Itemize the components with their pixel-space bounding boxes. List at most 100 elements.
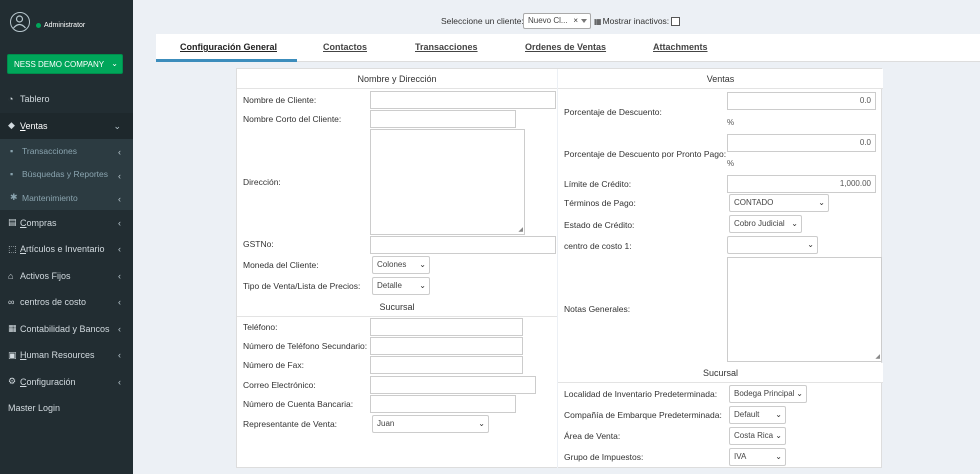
embarque-select[interactable]: Default ⌄ [729, 406, 786, 424]
terminos-pago-label: Términos de Pago: [564, 198, 636, 208]
sidebar-item-articulos[interactable]: ⬚ Artículos e Inventario ‹ [0, 236, 133, 263]
limite-credito-input[interactable]: 1,000.00 [727, 175, 876, 193]
nombre-corto-label: Nombre Corto del Cliente: [243, 114, 342, 124]
representante-label: Representante de Venta: [243, 419, 338, 429]
descuento-input[interactable]: 0.0 [727, 92, 876, 110]
terminos-pago-select-value: CONTADO [734, 198, 774, 207]
tab-ordenes-de-ventas[interactable]: Ordenes de Ventas [525, 42, 606, 52]
telefono2-input[interactable] [370, 337, 523, 355]
notas-generales-textarea[interactable]: ◢ [727, 257, 882, 362]
moneda-select-value: Colones [377, 260, 407, 269]
impuestos-select[interactable]: IVA ⌄ [729, 448, 786, 466]
cuenta-bancaria-input[interactable] [370, 395, 516, 413]
resize-grip-icon[interactable]: ◢ [518, 226, 523, 233]
chevron-left-icon: ‹ [118, 297, 121, 307]
tab-transacciones[interactable]: Transacciones [415, 42, 478, 52]
impuestos-select-value: IVA [734, 452, 747, 461]
direccion-label: Dirección: [243, 177, 281, 187]
limite-credito-label: Límite de Crédito: [564, 179, 632, 189]
gstno-input[interactable] [370, 236, 556, 254]
localidad-label: Localidad de Inventario Predeterminada: [564, 389, 718, 399]
pronto-pago-input[interactable]: 0.0 [727, 134, 876, 152]
sidebar-item-label: Artículos e Inventario [20, 244, 105, 255]
book-icon: ▦ [8, 323, 17, 334]
nombre-cliente-input[interactable] [370, 91, 556, 109]
sidebar-item-master-login[interactable]: Master Login [0, 395, 133, 422]
chevron-down-icon: ⌄ [775, 452, 782, 461]
area-venta-select[interactable]: Costa Rica ⌄ [729, 427, 786, 445]
descuento-percent: % [727, 118, 735, 127]
moneda-select[interactable]: Colones ⌄ [372, 256, 430, 274]
estado-credito-label: Estado de Crédito: [564, 220, 635, 230]
sidebar-item-label: Mantenimiento [22, 192, 78, 203]
estado-credito-select-value: Cobro Judicial [734, 219, 785, 228]
embarque-label: Compañía de Embarque Predeterminada: [564, 410, 722, 420]
chevron-down-icon: ⌄ [775, 410, 782, 419]
sidebar-item-compras[interactable]: ▤ Compras ‹ [0, 210, 133, 237]
clear-icon[interactable]: × [573, 16, 578, 25]
calculator-icon: ▦ [594, 16, 602, 26]
sidebar-item-transacciones[interactable]: ▪ Transacciones ‹ [0, 139, 133, 163]
chevron-down-icon: ⌄ [419, 260, 426, 269]
sidebar-item-contabilidad[interactable]: ▦ Contabilidad y Bancos ‹ [0, 316, 133, 343]
sidebar-item-label: Transacciones [22, 145, 77, 156]
section-header-ventas: Ventas [558, 69, 883, 89]
sidebar-item-human-resources[interactable]: ▣ Human Resources ‹ [0, 342, 133, 369]
sidebar-item-label: Configuración [20, 376, 76, 387]
user-role: Administrator [36, 22, 85, 29]
sidebar: Administrator NESS DEMO COMPANY ⌄ ◔ Tabl… [0, 0, 133, 474]
sidebar-item-activos[interactable]: ⌂ Activos Fijos ‹ [0, 263, 133, 290]
resize-grip-icon[interactable]: ◢ [875, 353, 880, 360]
sidebar-item-centros[interactable]: ∞ centros de costo ‹ [0, 289, 133, 316]
show-inactive: ▦ Mostrar inactivos: [594, 16, 681, 26]
localidad-select[interactable]: Bodega Principal ⌄ [729, 385, 807, 403]
sidebar-item-label: Compras [20, 217, 57, 228]
embarque-select-value: Default [734, 410, 760, 419]
binoculars-icon: ∞ [8, 297, 15, 308]
sidebar-item-tablero[interactable]: ◔ Tablero [0, 86, 133, 113]
chevron-left-icon: ‹ [118, 194, 121, 204]
fax-input[interactable] [370, 356, 523, 374]
nombre-cliente-label: Nombre de Cliente: [243, 95, 317, 105]
chevron-left-icon: ‹ [118, 147, 121, 157]
sidebar-item-mantenimiento[interactable]: ✱ Mantenimiento ‹ [0, 186, 133, 210]
centro-costo-select[interactable]: ⌄ [727, 236, 818, 254]
client-select-value: Nuevo Cl... [528, 16, 568, 25]
company-selector-button[interactable]: NESS DEMO COMPANY ⌄ [7, 54, 123, 74]
sidebar-item-busquedas[interactable]: ▪ Búsquedas y Reportes ‹ [0, 163, 133, 187]
correo-input[interactable] [370, 376, 536, 394]
area-venta-label: Área de Venta: [564, 431, 621, 441]
gear-icon: ✱ [10, 192, 18, 203]
telefono2-label: Número de Teléfono Secundario: [243, 341, 368, 351]
descuento-label: Porcentaje de Descuento: [564, 107, 662, 117]
chevron-left-icon: ‹ [118, 244, 121, 254]
sidebar-item-label: Búsquedas y Reportes [22, 169, 108, 180]
telefono-input[interactable] [370, 318, 523, 336]
tab-attachments[interactable]: Attachments [653, 42, 708, 52]
section-header-sucursal-right: Sucursal [558, 363, 883, 383]
sidebar-item-configuracion[interactable]: ⚙ Configuración ‹ [0, 369, 133, 396]
nombre-corto-input[interactable] [370, 110, 516, 128]
chevron-down-icon: ⌄ [791, 219, 798, 228]
chevron-left-icon: ‹ [118, 350, 121, 360]
show-inactive-checkbox[interactable] [671, 16, 681, 26]
company-label: NESS DEMO COMPANY [14, 59, 105, 69]
sidebar-item-ventas[interactable]: ◆ Ventas ⌄ [0, 112, 133, 139]
file-icon: ▪ [10, 145, 14, 156]
direccion-textarea[interactable]: ◢ [370, 129, 525, 235]
tab-configuracion-general[interactable]: Configuración General [180, 42, 277, 52]
representante-select-value: Juan [377, 419, 395, 428]
telefono-label: Teléfono: [243, 322, 278, 332]
representante-select[interactable]: Juan ⌄ [372, 415, 489, 433]
tab-contactos[interactable]: Contactos [323, 42, 367, 52]
estado-credito-select[interactable]: Cobro Judicial ⌄ [729, 215, 802, 233]
user-panel: Administrator [0, 0, 133, 48]
chevron-down-icon: ⌄ [818, 198, 825, 207]
terminos-pago-select[interactable]: CONTADO ⌄ [729, 194, 829, 212]
chevron-left-icon: ‹ [118, 376, 121, 387]
chevron-left-icon: ‹ [118, 217, 121, 228]
user-role-label: Administrator [44, 22, 86, 29]
tab-bar: Configuración General Contactos Transacc… [156, 34, 980, 62]
client-select[interactable]: Nuevo Cl... × [523, 13, 591, 29]
tipo-venta-select[interactable]: Detalle ⌄ [372, 277, 430, 295]
